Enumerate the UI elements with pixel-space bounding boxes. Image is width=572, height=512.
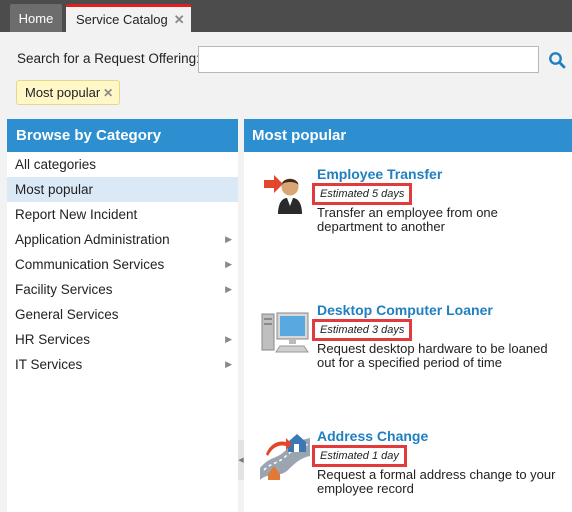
chevron-right-icon: ▶ bbox=[225, 259, 232, 269]
sidebar-item-label: Facility Services bbox=[15, 282, 113, 297]
offering-estimate: Estimated 3 days bbox=[312, 319, 413, 341]
sidebar-item-label: Most popular bbox=[15, 182, 94, 197]
tab-bar: Home Service Catalog ✕ bbox=[0, 0, 572, 32]
chevron-left-icon: ◀ bbox=[238, 457, 244, 464]
filter-chip-label: Most popular bbox=[25, 85, 101, 100]
browse-by-category-header: Browse by Category bbox=[7, 119, 238, 152]
sidebar-item[interactable]: General Services bbox=[7, 302, 238, 327]
close-icon[interactable]: ✕ bbox=[103, 86, 113, 100]
offering-title-link[interactable]: Desktop Computer Loaner bbox=[317, 302, 493, 318]
sidebar-item[interactable]: Communication Services ▶ bbox=[7, 252, 238, 277]
offering-description: Request desktop hardware to be loaned ou… bbox=[317, 341, 548, 370]
sidebar-item[interactable]: Most popular bbox=[7, 177, 238, 202]
desktop-computer-icon[interactable] bbox=[260, 308, 310, 358]
chevron-right-icon: ▶ bbox=[225, 234, 232, 244]
offering-title-link[interactable]: Address Change bbox=[317, 428, 428, 444]
filter-chip-most-popular: Most popular ✕ bbox=[16, 80, 121, 105]
search-label: Search for a Request Offering: bbox=[17, 51, 200, 66]
tab-service-catalog[interactable]: Service Catalog ✕ bbox=[66, 4, 191, 32]
chevron-right-icon: ▶ bbox=[225, 334, 232, 344]
sidebar-item[interactable]: Facility Services ▶ bbox=[7, 277, 238, 302]
tab-service-catalog-label: Service Catalog bbox=[76, 12, 168, 27]
search-input[interactable] bbox=[198, 46, 539, 73]
sidebar-item-label: IT Services bbox=[15, 357, 83, 372]
offering-estimate: Estimated 1 day bbox=[312, 445, 407, 467]
chevron-right-icon: ▶ bbox=[225, 284, 232, 294]
search-icon[interactable] bbox=[548, 51, 566, 69]
offering-description: Request a formal address change to your … bbox=[317, 467, 556, 496]
sidebar-item-label: Communication Services bbox=[15, 257, 165, 272]
browse-by-category-panel: Browse by Category All categories Most po… bbox=[7, 119, 238, 512]
tab-home[interactable]: Home bbox=[10, 4, 62, 32]
chevron-right-icon: ▶ bbox=[225, 359, 232, 369]
address-change-icon[interactable] bbox=[260, 430, 311, 480]
sidebar-item[interactable]: All categories bbox=[7, 152, 238, 177]
offering-description: Transfer an employee from one department… bbox=[317, 205, 498, 234]
sidebar-item-label: Application Administration bbox=[15, 232, 170, 247]
sidebar-item[interactable]: Application Administration ▶ bbox=[7, 227, 238, 252]
offering-title-link[interactable]: Employee Transfer bbox=[317, 166, 442, 182]
employee-transfer-icon[interactable] bbox=[260, 168, 310, 218]
most-popular-header: Most popular bbox=[244, 119, 572, 152]
sidebar-item[interactable]: HR Services ▶ bbox=[7, 327, 238, 352]
close-icon[interactable]: ✕ bbox=[174, 12, 185, 28]
sidebar-item-label: HR Services bbox=[15, 332, 91, 347]
sidebar-item-label: General Services bbox=[15, 307, 119, 322]
tab-home-label: Home bbox=[18, 10, 54, 26]
sidebar-item-label: Report New Incident bbox=[15, 207, 138, 222]
most-popular-panel: Most popular Employee Transfer Estimated… bbox=[244, 119, 572, 512]
sidebar-item[interactable]: Report New Incident bbox=[7, 202, 238, 227]
sidebar-item[interactable]: IT Services ▶ bbox=[7, 352, 238, 377]
offering-estimate: Estimated 5 days bbox=[312, 183, 413, 205]
category-list: All categories Most popular Report New Inc… bbox=[7, 152, 238, 377]
sidebar-item-label: All categories bbox=[15, 157, 97, 172]
